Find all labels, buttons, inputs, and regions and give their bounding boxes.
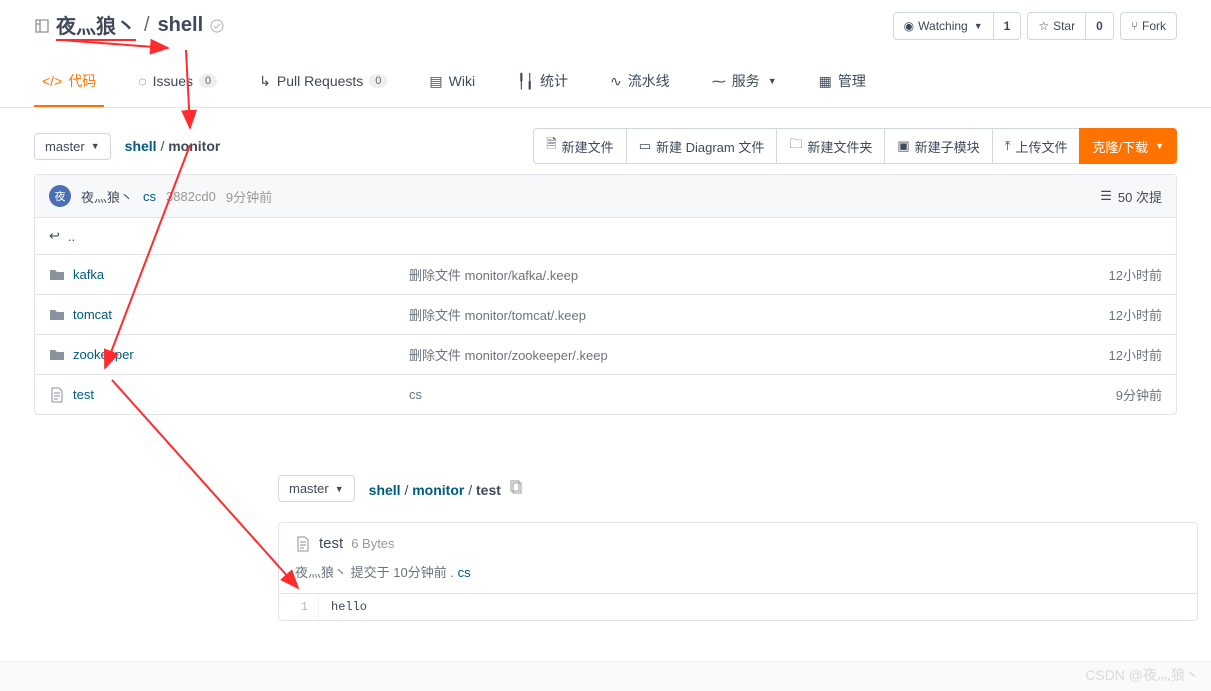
file-icon (295, 536, 311, 552)
history-icon: ☰ (1100, 188, 1112, 204)
copy-icon[interactable] (509, 479, 525, 495)
branch-selector-2[interactable]: master▼ (278, 475, 355, 502)
star-count: 0 (1085, 13, 1113, 39)
badge-icon (209, 18, 225, 34)
tab-issues[interactable]: ◌Issues0 (130, 59, 225, 107)
repo-title: 夜灬狼丶 / shell (34, 10, 225, 41)
watch-button[interactable]: ◉Watching▼ 1 (893, 12, 1022, 40)
crumb-root[interactable]: shell (125, 138, 157, 154)
file-plus-icon: 🗎 (546, 135, 556, 157)
new-folder-button[interactable]: 🗀新建文件夹 (776, 128, 885, 164)
file-commit-msg[interactable]: 删除文件 monitor/zookeeper/.keep (409, 345, 1109, 364)
crumb-mid-2[interactable]: monitor (412, 482, 464, 498)
footer-bar (0, 661, 1211, 691)
pipeline-icon: ∿ (610, 73, 622, 90)
book-icon: ▤ (429, 73, 442, 90)
commit-msg[interactable]: cs (143, 189, 156, 204)
new-submodule-button[interactable]: ▣新建子模块 (884, 128, 992, 164)
fork-icon: ⑂ (1131, 19, 1138, 33)
code-icon: </> (42, 73, 62, 89)
diagram-icon: ▭ (639, 138, 651, 154)
crumb-root-2[interactable]: shell (369, 482, 401, 498)
file-viewer: test 6 Bytes 夜灬狼丶 提交于 10分钟前 . cs 1 hello (278, 522, 1198, 621)
file-time: 12小时前 (1109, 305, 1162, 324)
file-icon (49, 387, 65, 403)
watch-count: 1 (993, 13, 1021, 39)
commits-count-link[interactable]: ☰50 次提 (1100, 187, 1162, 206)
folder-icon (49, 267, 65, 283)
file-commit-msg-link[interactable]: cs (458, 565, 471, 580)
file-time: 12小时前 (1109, 345, 1162, 364)
file-size: 6 Bytes (351, 536, 394, 551)
file-commit-time: 10分钟前 (393, 565, 446, 580)
branch-selector[interactable]: master▼ (34, 133, 111, 160)
file-commit-msg[interactable]: 删除文件 monitor/kafka/.keep (409, 265, 1109, 284)
issues-icon: ◌ (138, 73, 146, 89)
watermark: CSDN @夜灬狼丶 (1085, 665, 1199, 685)
commit-sha[interactable]: 3882cd0 (166, 189, 216, 204)
file-commit-msg[interactable]: cs (409, 387, 1116, 402)
pulse-icon: ⁓ (712, 73, 726, 90)
crumb-current: monitor (168, 138, 220, 154)
crumb-current-2: test (476, 482, 501, 498)
commit-time: 9分钟前 (226, 187, 272, 206)
repo-owner-link[interactable]: 夜灬狼丶 (56, 10, 136, 41)
file-name: test (319, 535, 343, 552)
submodule-icon: ▣ (897, 138, 909, 154)
file-link[interactable]: test (73, 387, 94, 402)
admin-icon: ▦ (819, 73, 832, 90)
clone-button[interactable]: 克隆/下载▼ (1079, 128, 1177, 164)
sep: / (144, 14, 150, 37)
table-row: kafka 删除文件 monitor/kafka/.keep 12小时前 (35, 254, 1176, 294)
tab-admin[interactable]: ▦管理 (811, 59, 874, 107)
file-link[interactable]: tomcat (73, 307, 112, 322)
parent-dir-row[interactable]: ↩ .. (35, 217, 1176, 254)
new-diagram-button[interactable]: ▭新建 Diagram 文件 (626, 128, 778, 164)
tab-pipeline[interactable]: ∿流水线 (602, 59, 678, 107)
table-row: zookeeper 删除文件 monitor/zookeeper/.keep 1… (35, 334, 1176, 374)
breadcrumb-2: shell / monitor / test (369, 479, 525, 498)
file-listing: 夜 夜灬狼丶 cs 3882cd0 9分钟前 ☰50 次提 ↩ .. kafka… (34, 174, 1177, 415)
upload-icon: ⤒ (1005, 138, 1011, 154)
file-commit-msg[interactable]: 删除文件 monitor/tomcat/.keep (409, 305, 1109, 324)
commit-author[interactable]: 夜灬狼丶 (81, 187, 133, 206)
reply-icon: ↩ (49, 228, 60, 244)
line-number: 1 (279, 594, 319, 620)
new-file-button[interactable]: 🗎新建文件 (533, 128, 626, 164)
file-time: 12小时前 (1109, 265, 1162, 284)
avatar: 夜 (49, 185, 71, 207)
folder-icon (49, 307, 65, 323)
repo-name-link[interactable]: shell (158, 14, 204, 37)
file-time: 9分钟前 (1116, 385, 1162, 404)
repo-icon (34, 18, 50, 34)
file-link[interactable]: zookeeper (73, 347, 134, 362)
pr-icon: ↳ (259, 73, 271, 90)
tab-code[interactable]: </>代码 (34, 59, 104, 107)
file-author[interactable]: 夜灬狼丶 (295, 565, 347, 580)
tab-services[interactable]: ⁓服务▼ (704, 59, 785, 107)
folder-icon (49, 347, 65, 363)
tab-stats[interactable]: ╿╽统计 (509, 59, 576, 107)
star-icon: ☆ (1038, 19, 1049, 33)
repo-tabs: </>代码 ◌Issues0 ↳Pull Requests0 ▤Wiki ╿╽统… (0, 59, 1211, 108)
eye-icon: ◉ (904, 19, 914, 33)
star-button[interactable]: ☆Star 0 (1027, 12, 1113, 40)
chart-icon: ╿╽ (517, 73, 534, 90)
file-link[interactable]: kafka (73, 267, 104, 282)
tab-wiki[interactable]: ▤Wiki (421, 59, 483, 107)
tab-pr[interactable]: ↳Pull Requests0 (251, 59, 395, 107)
table-row: tomcat 删除文件 monitor/tomcat/.keep 12小时前 (35, 294, 1176, 334)
upload-button[interactable]: ⤒上传文件 (992, 128, 1081, 164)
breadcrumb: shell / monitor (125, 138, 221, 154)
code-content: 1 hello (279, 594, 1197, 620)
folder-plus-icon: 🗀 (789, 135, 802, 157)
code-line: hello (319, 594, 379, 620)
table-row: test cs 9分钟前 (35, 374, 1176, 414)
fork-button[interactable]: ⑂Fork (1120, 12, 1177, 40)
